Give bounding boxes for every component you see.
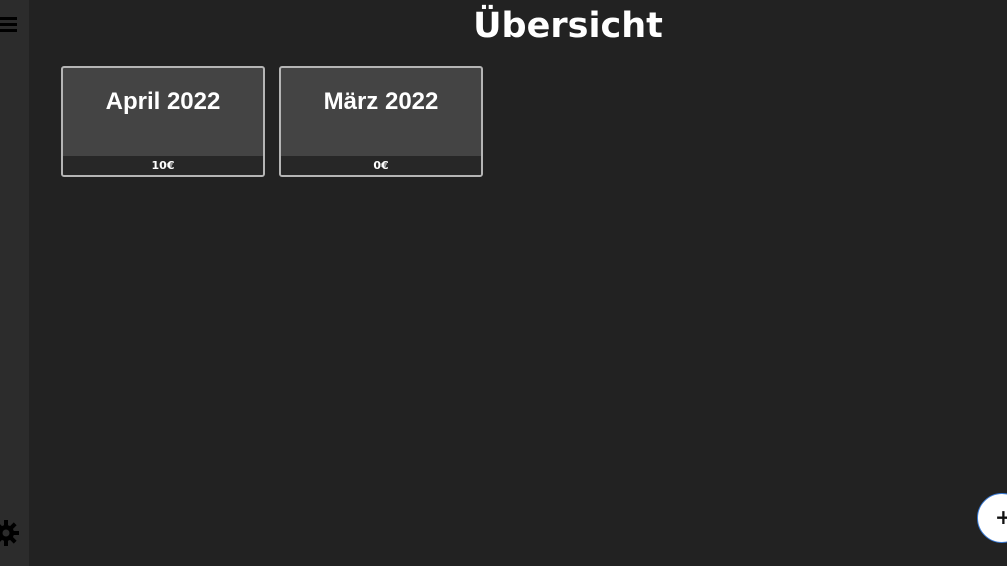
sidebar [0,0,29,566]
hamburger-menu-icon[interactable] [0,14,17,34]
gear-icon[interactable] [0,519,19,547]
month-card-total: 10€ [63,156,263,175]
month-card-total: 0€ [281,156,481,175]
add-button[interactable]: + [977,493,1007,543]
month-card-april-2022[interactable]: April 2022 10€ [61,66,265,177]
month-card-maerz-2022[interactable]: März 2022 0€ [279,66,483,177]
page-title: Übersicht [473,6,663,46]
plus-icon: + [995,505,1007,529]
month-card-title: April 2022 [105,88,221,115]
month-card-title: März 2022 [323,88,439,115]
